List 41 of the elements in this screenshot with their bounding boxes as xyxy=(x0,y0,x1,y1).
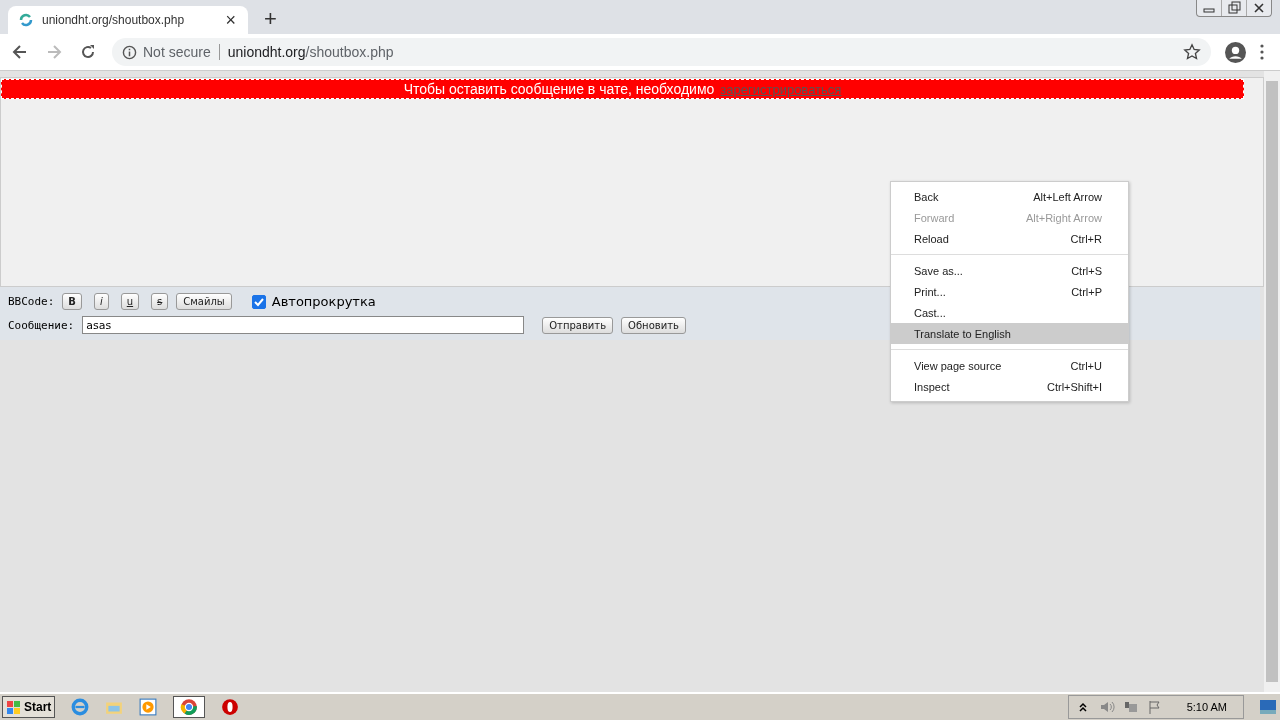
address-bar[interactable]: Not secure uniondht.org/shoutbox.php xyxy=(112,38,1211,66)
info-icon xyxy=(122,44,137,60)
message-label: Сообщение: xyxy=(8,318,75,332)
speaker-icon[interactable] xyxy=(1098,699,1115,715)
format-button[interactable]: i xyxy=(94,293,109,310)
smileys-button[interactable]: Смайлы xyxy=(176,293,232,310)
tab-title: uniondht.org/shoutbox.php xyxy=(42,13,186,27)
url-text: uniondht.org/shoutbox.php xyxy=(227,44,395,60)
bbcode-label: BBCode: xyxy=(8,295,55,308)
format-button[interactable]: u xyxy=(120,293,140,310)
format-button[interactable]: s xyxy=(151,293,169,310)
account-icon[interactable] xyxy=(1225,41,1246,63)
menu-item[interactable]: Inspect Ctrl+Shift+I xyxy=(891,376,1128,397)
menu-item[interactable]: View page source Ctrl+U xyxy=(891,355,1128,376)
form-button[interactable]: Обновить xyxy=(621,316,686,334)
menu-item[interactable]: Cast... xyxy=(891,302,1128,323)
network-icon[interactable] xyxy=(1122,699,1139,715)
browser-tab[interactable]: uniondht.org/shoutbox.php × xyxy=(8,6,248,34)
flag-icon[interactable] xyxy=(1146,699,1163,715)
menu-item[interactable]: Save as... Ctrl+S xyxy=(891,260,1128,281)
menu-item[interactable]: Translate to English xyxy=(891,323,1128,344)
autoscroll-label: Автопрокрутка xyxy=(271,294,376,309)
site-icon xyxy=(18,12,34,28)
scrollbar[interactable] xyxy=(1264,71,1280,692)
close-tab-button[interactable]: × xyxy=(223,9,238,31)
media-player-icon[interactable] xyxy=(139,698,158,716)
new-tab-button[interactable]: + xyxy=(260,6,281,32)
clock: 5:10 AM xyxy=(1186,701,1227,713)
message-field[interactable]: asas xyxy=(82,316,525,334)
start-button[interactable]: Start xyxy=(2,696,56,718)
menu-item[interactable]: Print... Ctrl+P xyxy=(891,281,1128,302)
notice-text: Чтобы оставить сообщение в чате, необходимо xyxy=(403,81,715,97)
format-button[interactable]: B xyxy=(62,293,82,310)
checkbox[interactable] xyxy=(251,294,266,309)
menu-item[interactable]: Back Alt+Left Arrow xyxy=(891,186,1128,207)
menu-icon[interactable] xyxy=(1260,44,1264,60)
form-button[interactable]: Отправить xyxy=(542,316,614,334)
start-logo-icon xyxy=(6,699,22,715)
menu-item[interactable]: Reload Ctrl+R xyxy=(891,228,1128,249)
security-label: Not secure xyxy=(143,44,211,60)
star-icon[interactable] xyxy=(1183,43,1201,61)
